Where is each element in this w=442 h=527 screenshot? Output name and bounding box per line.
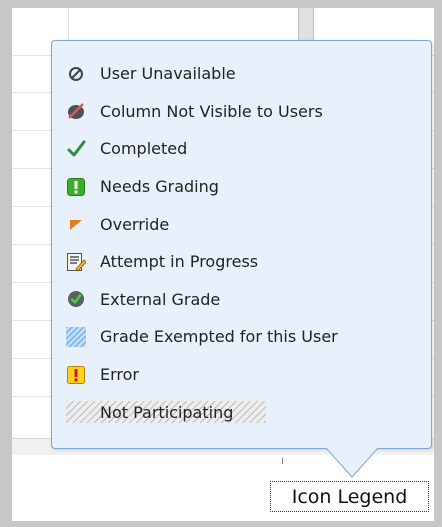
column-scroll-handle[interactable] <box>298 8 314 44</box>
attempt-in-progress-icon <box>66 252 86 272</box>
window-frame-left <box>0 0 12 527</box>
legend-label: Grade Exempted for this User <box>100 327 338 347</box>
legend-item: Needs Grading <box>66 168 338 206</box>
error-icon <box>66 365 86 385</box>
legend-label: User Unavailable <box>100 64 236 84</box>
legend-label: Attempt in Progress <box>100 252 259 272</box>
legend-item: External Grade <box>66 281 338 319</box>
completed-checkmark-icon <box>66 139 86 159</box>
legend-item: User Unavailable <box>66 55 338 93</box>
window-frame-right <box>434 0 442 527</box>
grade-exempted-icon <box>66 326 86 347</box>
legend-item: Grade Exempted for this User <box>66 318 338 356</box>
resize-tick <box>282 458 283 464</box>
legend-item: Completed <box>66 130 338 168</box>
legend-item: Attempt in Progress <box>66 243 338 281</box>
window-frame-top <box>0 0 442 8</box>
legend-list: User Unavailable Column Not Visible to U… <box>66 55 338 431</box>
legend-label: Completed <box>100 139 188 159</box>
needs-grading-icon <box>66 177 86 197</box>
override-icon <box>66 214 86 234</box>
legend-label: Error <box>100 365 139 385</box>
legend-label: Column Not Visible to Users <box>100 101 323 121</box>
window-frame-bottom <box>0 521 442 527</box>
legend-item: Override <box>66 205 338 243</box>
legend-label: Needs Grading <box>100 177 219 197</box>
legend-item: Column Not Visible to Users <box>66 93 338 131</box>
legend-item: Not Participating <box>66 393 338 431</box>
column-not-visible-icon <box>66 101 86 121</box>
legend-item: Error <box>66 356 338 394</box>
popover-tail <box>326 447 378 478</box>
legend-label: Override <box>100 214 170 234</box>
legend-label: Not Participating <box>100 402 234 422</box>
external-grade-icon <box>66 289 86 309</box>
icon-legend-button[interactable]: Icon Legend <box>270 481 429 512</box>
user-unavailable-icon <box>66 64 86 84</box>
legend-label: External Grade <box>100 289 221 309</box>
icon-legend-popover: User Unavailable Column Not Visible to U… <box>51 40 432 449</box>
